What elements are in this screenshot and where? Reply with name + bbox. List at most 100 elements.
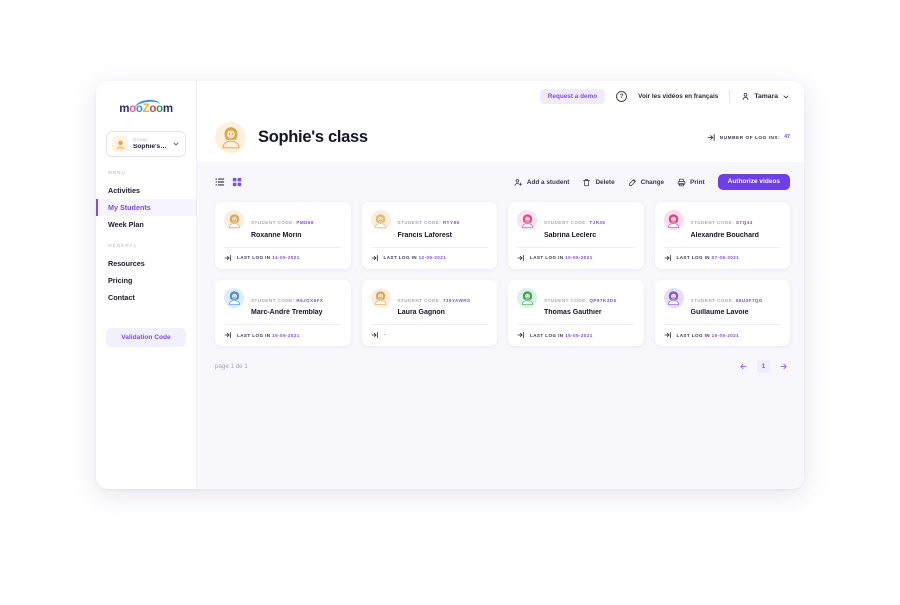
student-card-footer: LAST LOG IN 12-05-2021	[371, 254, 489, 262]
chevron-down-icon	[172, 140, 180, 148]
login-arrow-icon	[371, 331, 379, 339]
logins-label: NUMBER OF LOG INS:	[719, 134, 781, 140]
page-header: Sophie's class NUMBER OF LOG INS: 47	[197, 112, 804, 162]
login-arrow-icon	[707, 133, 716, 142]
student-code-line: STUDENT CODE: PMD68	[251, 220, 314, 225]
last-login-date: 14-05-2021	[272, 255, 300, 260]
pagination: page 1 de 1 1	[215, 346, 790, 373]
student-card[interactable]: STUDENT CODE: 739YAWRS Laura Gagnon -	[361, 279, 497, 346]
sidebar-item-week-plan[interactable]: Week Plan	[96, 216, 196, 233]
student-card-footer: LAST LOG IN 15-05-2021	[224, 331, 342, 339]
user-menu[interactable]: Tamara	[741, 92, 790, 101]
last-login-label: LAST LOG IN 07-05-2021	[676, 255, 740, 260]
student-card[interactable]: STUDENT CODE: TJR35 Sabrina Leclerc LAST L…	[508, 202, 644, 269]
language-switch-link[interactable]: Voir les vidéos en français	[638, 93, 718, 100]
logins-count: 47	[784, 134, 790, 140]
login-arrow-icon	[371, 254, 379, 262]
print-label: Print	[690, 178, 705, 186]
student-info: STUDENT CODE: STQ44 Alexandre Bouchard	[691, 210, 759, 239]
student-card-footer: LAST LOG IN 15-05-2021	[664, 331, 782, 339]
avatar	[370, 210, 391, 230]
student-name: Roxanne Morin	[251, 231, 302, 239]
request-demo-button[interactable]: Request a demo	[539, 89, 606, 104]
group-avatar	[112, 136, 128, 152]
avatar	[517, 210, 537, 230]
avatar	[663, 287, 684, 308]
delete-button[interactable]: Delete	[582, 178, 615, 187]
student-card[interactable]: STUDENT CODE: R5JGX6FX Marc-André Trembla…	[215, 279, 351, 346]
sidebar-item-resources[interactable]: Resources	[96, 255, 196, 272]
sidebar-item-activities[interactable]: Activities	[96, 182, 196, 199]
student-info: STUDENT CODE: RYY85 Francis Laforest	[398, 210, 460, 239]
login-arrow-icon	[664, 254, 672, 262]
change-button[interactable]: Change	[628, 178, 664, 187]
student-code-line: STUDENT CODE: TJR35	[544, 220, 606, 225]
app-logo: mooZoom	[96, 98, 196, 115]
student-card-header: STUDENT CODE: 739YAWRS Laura Gagnon	[370, 287, 489, 317]
last-login-label: LAST LOG IN 15-05-2021	[676, 332, 740, 338]
student-info: STUDENT CODE: PMD68 Roxanne Morin	[251, 210, 314, 239]
app-window: mooZoom Group Sophie's cl...	[96, 81, 804, 489]
login-arrow-icon	[664, 331, 672, 339]
last-login-label: LAST LOG IN 15-05-2021	[530, 255, 593, 260]
sidebar-item-contact[interactable]: Contact	[96, 289, 196, 306]
toolbar: Add a student Delete Change Print Author…	[215, 172, 790, 192]
student-code: 739YAWRS	[442, 297, 471, 303]
student-name: Alexandre Bouchard	[690, 231, 759, 239]
user-name: Tamara	[754, 93, 778, 100]
nav-section-general: GÉNÉRAL Resources Pricing Contact	[96, 244, 196, 307]
student-code: STQ44	[735, 220, 753, 225]
student-card-footer: LAST LOG IN 14-05-2021	[224, 254, 342, 262]
help-icon[interactable]: ?	[616, 91, 628, 102]
main-area: Request a demo ? Voir les vidéos en fran…	[197, 81, 804, 489]
arrow-right-icon[interactable]	[777, 360, 790, 373]
student-card[interactable]: STUDENT CODE: QP97K3D5 Thomas Gauthier LAS…	[508, 279, 644, 346]
last-login-label: LAST LOG IN 12-05-2021	[383, 255, 447, 260]
student-card-header: STUDENT CODE: PMD68 Roxanne Morin	[224, 210, 342, 239]
validation-code-button[interactable]: Validation Code	[106, 328, 186, 348]
group-selector[interactable]: Group Sophie's cl...	[106, 131, 186, 157]
sidebar: mooZoom Group Sophie's cl...	[96, 81, 197, 489]
student-code: QP97K3D5	[589, 297, 617, 303]
student-name: Laura Gagnon	[397, 309, 445, 316]
student-name: Guillaume Lavoie	[690, 309, 749, 316]
card-divider	[370, 246, 488, 248]
print-button[interactable]: Print	[677, 178, 705, 187]
student-card[interactable]: STUDENT CODE: RYY85 Francis Laforest LAST …	[361, 202, 497, 269]
last-login-date: 07-05-2021	[711, 255, 740, 260]
student-info: STUDENT CODE: 739YAWRS Laura Gagnon	[398, 288, 471, 317]
card-divider	[663, 246, 781, 248]
arrow-left-icon[interactable]	[737, 360, 750, 373]
nav-section-title-general: GÉNÉRAL	[108, 243, 138, 249]
last-login-empty: -	[383, 332, 386, 338]
add-student-button[interactable]: Add a student	[514, 178, 569, 187]
student-code-line: STUDENT CODE: 739YAWRS	[397, 297, 471, 303]
sidebar-item-my-students[interactable]: My Students	[96, 199, 196, 217]
student-code: RYY85	[442, 220, 460, 225]
pagination-page-1[interactable]: 1	[757, 360, 770, 373]
student-card-header: STUDENT CODE: QP97K3D5 Thomas Gauthier	[517, 287, 635, 316]
card-divider	[663, 324, 781, 325]
authorize-videos-button[interactable]: Authorize videos	[717, 173, 790, 191]
list-view-icon[interactable]	[215, 177, 225, 187]
group-label: Group	[133, 136, 148, 142]
student-card[interactable]: STUDENT CODE: STQ44 Alexandre Bouchard LAS…	[654, 202, 790, 269]
user-icon	[741, 92, 750, 101]
card-divider	[224, 324, 342, 325]
student-info: STUDENT CODE: R5JGX6FX Marc-André Trembla…	[251, 288, 323, 317]
student-card[interactable]: STUDENT CODE: PMD68 Roxanne Morin LAST LOG…	[215, 202, 351, 269]
student-card[interactable]: STUDENT CODE: 58U3F7QG Guillaume Lavoie LA…	[654, 279, 790, 346]
student-code-line: STUDENT CODE: RYY85	[397, 220, 460, 225]
last-login-label: LAST LOG IN 14-05-2021	[237, 255, 300, 260]
top-bar: Request a demo ? Voir les vidéos en fran…	[197, 81, 804, 112]
last-login-label: LAST LOG IN 15-05-2021	[530, 332, 593, 338]
student-code-line: STUDENT CODE: R5JGX6FX	[251, 297, 324, 303]
grid-view-icon[interactable]	[232, 177, 242, 187]
sidebar-item-pricing[interactable]: Pricing	[96, 272, 196, 289]
last-login-date: 12-05-2021	[418, 255, 447, 260]
pagination-controls: 1	[737, 360, 790, 373]
student-code-line: STUDENT CODE: 58U3F7QG	[690, 297, 763, 303]
avatar	[224, 210, 244, 230]
last-login-date: 15-05-2021	[565, 255, 593, 260]
student-card-footer: LAST LOG IN 15-05-2021	[517, 331, 635, 339]
